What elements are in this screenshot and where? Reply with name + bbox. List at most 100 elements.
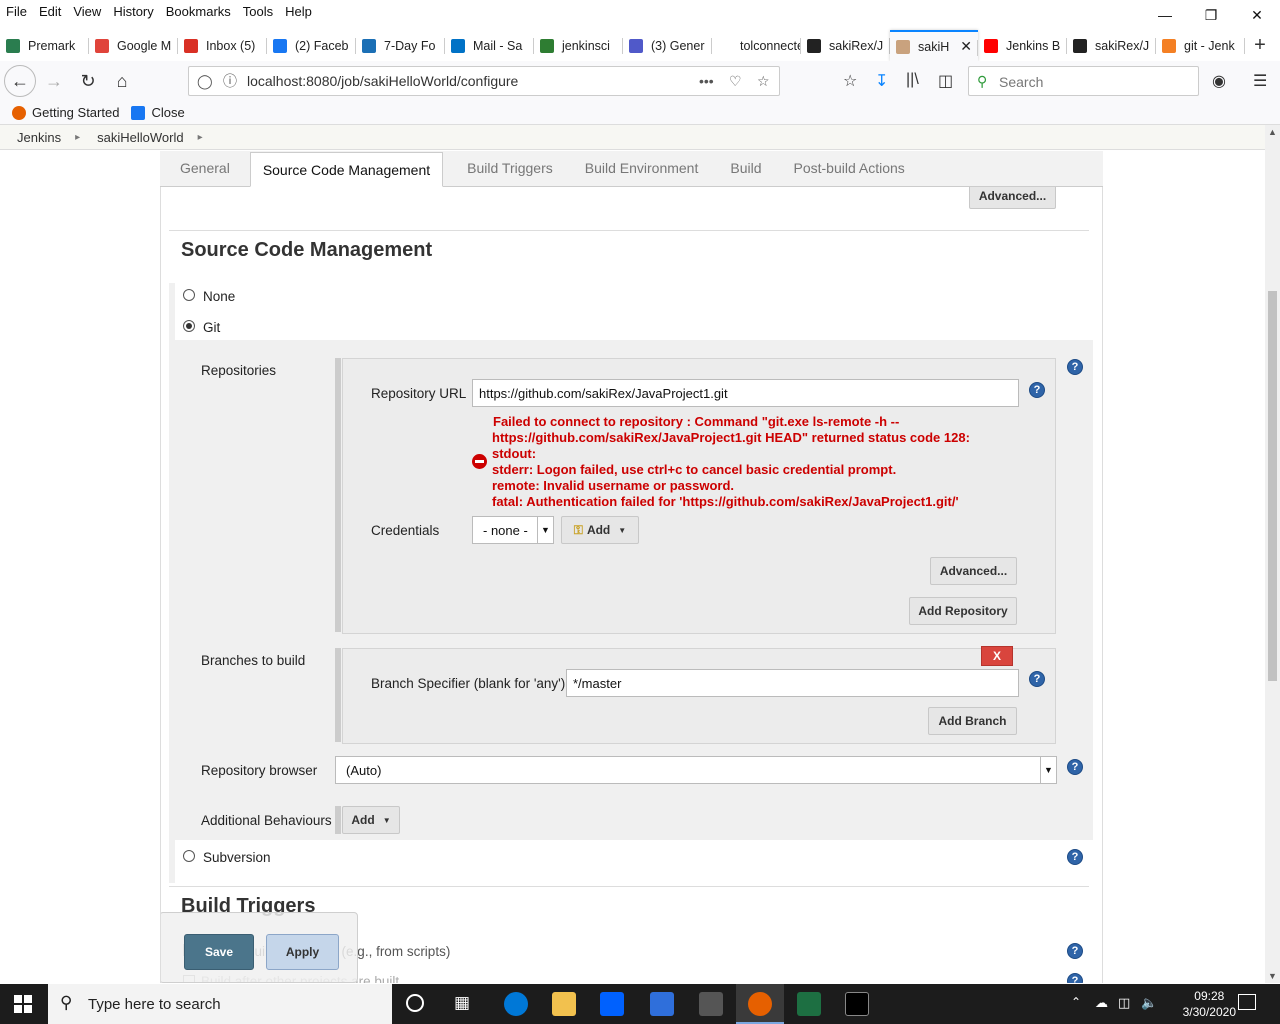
back-icon[interactable]: ← — [4, 65, 36, 97]
bookmark-close[interactable]: Close — [131, 105, 185, 120]
dropbox-icon[interactable] — [600, 992, 624, 1016]
add-credentials-button[interactable]: ⚿ Add ▼ — [561, 516, 639, 544]
browser-tab[interactable]: Google M — [89, 30, 178, 61]
edge-icon[interactable] — [504, 992, 528, 1016]
scroll-up-icon[interactable]: ▲ — [1268, 127, 1277, 137]
bookmark-star-icon[interactable]: ☆ — [757, 73, 770, 90]
url-text[interactable]: localhost:8080/job/sakiHelloWorld/config… — [247, 73, 518, 89]
add-repository-button[interactable]: Add Repository — [909, 597, 1017, 625]
browser-tab[interactable]: sakiRex/J — [1067, 30, 1156, 61]
download-icon[interactable]: ↧ — [875, 71, 888, 91]
browser-tab[interactable]: jenkinsci — [534, 30, 623, 61]
save-button[interactable]: Save — [184, 934, 254, 970]
menu-file[interactable]: File — [0, 4, 33, 19]
browser-tab[interactable]: Jenkins B — [978, 30, 1067, 61]
browser-tab[interactable]: (2) Faceb — [267, 30, 356, 61]
bookmark-getting-started[interactable]: Getting Started — [12, 105, 119, 120]
info-icon[interactable]: ⓘ — [223, 71, 237, 91]
volume-icon[interactable]: 🔈 — [1141, 995, 1157, 1011]
tab-post-build-actions[interactable]: Post-build Actions — [782, 150, 917, 186]
browser-tab[interactable]: 7-Day Fo — [356, 30, 445, 61]
network-icon[interactable]: ◫ — [1118, 995, 1130, 1011]
help-icon[interactable]: ? — [1067, 943, 1083, 959]
menu-bookmarks[interactable]: Bookmarks — [160, 4, 237, 19]
tab-build[interactable]: Build — [718, 150, 773, 186]
tab-build-environment[interactable]: Build Environment — [573, 150, 711, 186]
add-behaviour-button[interactable]: Add ▼ — [342, 806, 400, 834]
reading-star-icon[interactable]: ☆ — [843, 71, 857, 91]
terminal-icon[interactable] — [845, 992, 869, 1016]
address-bar[interactable]: ◯ ⓘ localhost:8080/job/sakiHelloWorld/co… — [188, 66, 780, 96]
browser-tab[interactable]: Mail - Sa — [445, 30, 534, 61]
account-icon[interactable]: ◉ — [1212, 71, 1226, 91]
help-icon[interactable]: ? — [1067, 849, 1083, 865]
help-icon[interactable]: ? — [1067, 973, 1083, 983]
sidebar-icon[interactable]: ◫ — [938, 71, 953, 91]
chevron-right-icon[interactable]: ▸ — [198, 132, 203, 143]
browser-tab[interactable]: (3) Gener — [623, 30, 712, 61]
clock[interactable]: 09:28 3/30/2020 — [1183, 988, 1236, 1020]
tab-source-code-management[interactable]: Source Code Management — [249, 152, 444, 187]
menu-view[interactable]: View — [67, 4, 107, 19]
notifications-icon[interactable] — [1238, 994, 1256, 1010]
forward-icon[interactable]: → — [38, 65, 70, 97]
breadcrumb-job[interactable]: sakiHelloWorld — [97, 130, 183, 145]
credentials-select[interactable]: - none - ▼ — [472, 516, 554, 544]
browser-tab[interactable]: Premark — [0, 30, 89, 61]
browser-tab[interactable]: Inbox (5) — [178, 30, 267, 61]
calculator-icon[interactable] — [699, 992, 723, 1016]
onedrive-icon[interactable]: ☁ — [1095, 995, 1108, 1011]
tab-build-triggers[interactable]: Build Triggers — [455, 150, 565, 186]
chevron-up-icon[interactable]: ⌃ — [1071, 995, 1081, 1009]
page-actions-icon[interactable]: ••• — [699, 73, 714, 89]
page-scrollbar[interactable]: ▲ ▼ — [1265, 125, 1280, 983]
radio-git[interactable] — [183, 320, 195, 332]
radio-none[interactable] — [183, 289, 195, 301]
windows-start-icon[interactable] — [14, 995, 32, 1013]
browser-tab[interactable]: sakiRex/J — [801, 30, 890, 61]
menu-help[interactable]: Help — [279, 4, 318, 19]
menu-icon[interactable]: ☰ — [1253, 71, 1267, 91]
repository-browser-select[interactable]: (Auto) ▼ — [335, 756, 1057, 784]
reload-icon[interactable]: ↻ — [72, 65, 104, 97]
scanner-icon[interactable] — [650, 992, 674, 1016]
taskbar-search[interactable]: ⚲ Type here to search — [48, 984, 392, 1024]
help-icon[interactable]: ? — [1067, 359, 1083, 375]
apply-button[interactable]: Apply — [266, 934, 339, 970]
home-icon[interactable]: ⌂ — [106, 65, 138, 97]
file-explorer-icon[interactable] — [552, 992, 576, 1016]
minimize-icon[interactable]: — — [1142, 0, 1188, 30]
cortana-icon[interactable] — [406, 994, 424, 1012]
shield-icon[interactable]: ◯ — [197, 73, 213, 90]
task-view-icon[interactable]: ▦ — [454, 993, 470, 1013]
pocket-icon[interactable]: ♡ — [729, 73, 742, 90]
branch-specifier-input[interactable]: */master — [566, 669, 1019, 697]
menu-history[interactable]: History — [107, 4, 159, 19]
advanced-button-top[interactable]: Advanced... — [969, 187, 1056, 209]
help-icon[interactable]: ? — [1067, 759, 1083, 775]
add-branch-button[interactable]: Add Branch — [928, 707, 1017, 735]
repository-url-input[interactable]: https://github.com/sakiRex/JavaProject1.… — [472, 379, 1019, 407]
firefox-icon[interactable] — [748, 992, 772, 1016]
scrollbar-thumb[interactable] — [1268, 291, 1277, 681]
close-window-icon[interactable]: ✕ — [1234, 0, 1280, 30]
browser-tab[interactable]: sakiH ✕ — [890, 30, 978, 61]
excel-icon[interactable] — [797, 992, 821, 1016]
radio-subversion[interactable] — [183, 850, 195, 862]
breadcrumb-jenkins[interactable]: Jenkins — [17, 130, 61, 145]
delete-branch-button[interactable]: X — [981, 646, 1013, 666]
search-box[interactable]: ⚲ Search — [968, 66, 1199, 96]
browser-tab[interactable]: tolconnected — [712, 30, 801, 61]
help-icon[interactable]: ? — [1029, 671, 1045, 687]
browser-tab[interactable]: git - Jenk — [1156, 30, 1245, 61]
library-icon[interactable]: ||\ — [906, 71, 919, 89]
chevron-right-icon[interactable]: ▸ — [75, 132, 80, 143]
menu-tools[interactable]: Tools — [237, 4, 279, 19]
close-tab-icon[interactable]: ✕ — [960, 38, 972, 55]
tab-general[interactable]: General — [168, 150, 242, 186]
advanced-button[interactable]: Advanced... — [930, 557, 1017, 585]
scroll-down-icon[interactable]: ▼ — [1268, 971, 1277, 981]
menu-edit[interactable]: Edit — [33, 4, 67, 19]
help-icon[interactable]: ? — [1029, 382, 1045, 398]
restore-icon[interactable]: ❐ — [1188, 0, 1234, 30]
